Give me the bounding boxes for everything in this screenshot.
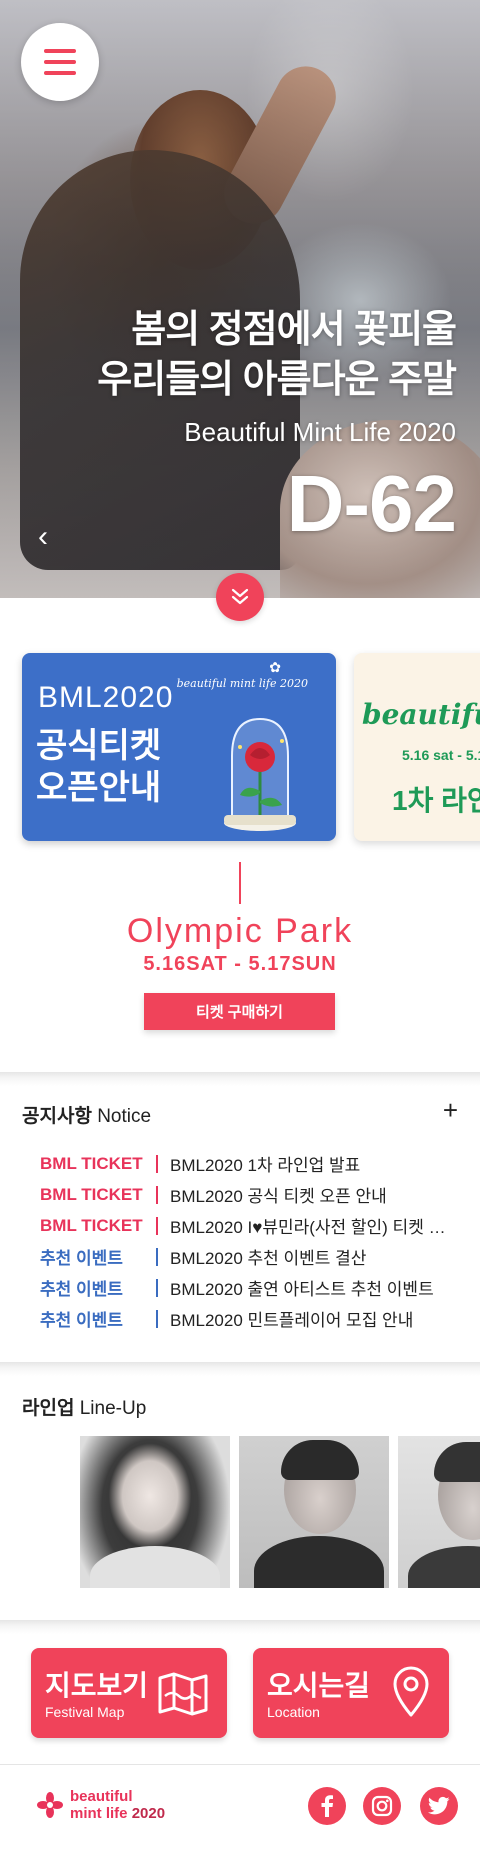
banner-headline: 1차 라인 <box>392 785 480 816</box>
section-separator <box>0 1072 480 1086</box>
footer-logo-line1: beautiful <box>70 1788 133 1805</box>
hamburger-icon-bar <box>44 71 76 75</box>
folded-map-icon <box>158 1672 208 1716</box>
lineup-heading-en: Line-Up <box>79 1398 147 1419</box>
notice-item[interactable]: 추천 이벤트 BML2020 추천 이벤트 결산 <box>40 1241 460 1272</box>
location-button[interactable]: 오시는길 Location <box>253 1648 449 1738</box>
banner-dates: 5.16 sat - 5.1 <box>402 747 480 763</box>
banner-script-logo: beautiful mint life 2020 <box>176 677 308 690</box>
notice-category: 추천 이벤트 <box>40 1311 123 1330</box>
notice-category: BML TICKET <box>40 1215 143 1235</box>
festival-map-label-ko: 지도보기 <box>45 1670 149 1701</box>
artist-photo[interactable] <box>80 1436 230 1588</box>
festival-map-button[interactable]: 지도보기 Festival Map <box>31 1648 227 1738</box>
flower-icon: ✿ <box>269 659 281 675</box>
artist-photo-hair <box>281 1440 359 1480</box>
notice-divider <box>156 1216 158 1235</box>
notice-divider <box>156 1185 158 1204</box>
hero-headline-line2: 우리들의 아름다운 주말 <box>97 359 457 401</box>
footer-divider <box>0 1764 480 1765</box>
map-pin-icon <box>393 1666 429 1717</box>
banner-headline-line2: 오픈안내 <box>36 769 162 807</box>
notice-heading-en: Notice <box>97 1106 152 1127</box>
artist-photo-body <box>254 1536 384 1588</box>
hamburger-icon-bar <box>44 60 76 64</box>
artist-photo[interactable] <box>239 1436 389 1588</box>
notice-divider <box>156 1247 158 1266</box>
notice-item[interactable]: 추천 이벤트 BML2020 출연 아티스트 추천 이벤트 <box>40 1272 460 1303</box>
notice-text: BML2020 1차 라인업 발표 <box>170 1156 361 1175</box>
venue-name: Olympic Park <box>126 912 354 950</box>
double-chevron-down-icon <box>231 588 249 605</box>
notice-text: BML2020 출연 아티스트 추천 이벤트 <box>170 1280 434 1299</box>
instagram-button[interactable] <box>363 1787 401 1825</box>
event-dates: 5.16SAT - 5.17SUN <box>143 953 337 975</box>
buy-ticket-button[interactable]: 티켓 구매하기 <box>144 993 335 1030</box>
banner-script-logo: beautiful <box>362 698 480 731</box>
notice-item[interactable]: BML TICKET BML2020 1차 라인업 발표 <box>40 1148 460 1179</box>
footer-logo-line2: mint life <box>70 1805 128 1822</box>
lineup-heading: 라인업 Line-Up <box>22 1393 146 1420</box>
notice-category: BML TICKET <box>40 1184 143 1204</box>
hero-copy: 봄의 정점에서 꽃피울 우리들의 아름다운 주말 Beautiful Mint … <box>97 305 457 548</box>
section-separator <box>0 1620 480 1634</box>
notice-item[interactable]: BML TICKET BML2020 I♥뷰민라(사전 할인) 티켓 오픈 안내 <box>40 1210 460 1241</box>
notice-item[interactable]: 추천 이벤트 BML2020 민트플레이어 모집 안내 <box>40 1303 460 1334</box>
notice-divider <box>156 1309 158 1328</box>
flower-logo-icon <box>37 1792 63 1818</box>
banner-title: BML2020 <box>38 681 174 714</box>
notice-category: 추천 이벤트 <box>40 1249 123 1268</box>
banner-lineup[interactable]: beautiful 5.16 sat - 5.1 1차 라인 <box>354 653 480 841</box>
artist-photo-body <box>408 1546 480 1588</box>
notice-heading-ko: 공지사항 <box>22 1106 92 1127</box>
notice-category: BML TICKET <box>40 1153 143 1173</box>
section-separator <box>0 1362 480 1376</box>
divider-line <box>239 862 241 904</box>
artist-photo-hair <box>434 1442 480 1482</box>
twitter-button[interactable] <box>420 1787 458 1825</box>
artist-photo[interactable] <box>398 1436 480 1588</box>
footer-logo[interactable]: beautiful mint life 2020 <box>36 1788 165 1822</box>
hamburger-icon <box>44 49 76 53</box>
facebook-button[interactable] <box>308 1787 346 1825</box>
footer-logo-year: 2020 <box>131 1805 166 1822</box>
menu-button[interactable] <box>21 23 99 101</box>
artist-photo-body <box>90 1546 220 1588</box>
festival-map-label-en: Festival Map <box>45 1704 125 1720</box>
notice-text: BML2020 I♥뷰민라(사전 할인) 티켓 오픈 안내 <box>170 1218 460 1237</box>
notice-divider <box>156 1154 158 1173</box>
rose-jar-illustration <box>224 717 296 831</box>
notice-item[interactable]: BML TICKET BML2020 공식 티켓 오픈 안내 <box>40 1179 460 1210</box>
banner-headline: 공식티켓 오픈안내 <box>36 725 161 809</box>
banner-ticket-open[interactable]: BML2020 공식티켓 오픈안내 ✿ beautiful mint life … <box>22 653 336 841</box>
notice-category: 추천 이벤트 <box>40 1280 123 1299</box>
plus-icon[interactable]: + <box>443 1095 458 1126</box>
location-label-ko: 오시는길 <box>267 1670 371 1701</box>
instagram-icon <box>371 1795 393 1817</box>
footer-logo-text: beautiful mint life 2020 <box>70 1788 165 1822</box>
scroll-down-button[interactable] <box>216 573 264 621</box>
hero-headline-line1: 봄의 정점에서 꽃피울 <box>131 309 457 351</box>
notice-text: BML2020 추천 이벤트 결산 <box>170 1249 367 1268</box>
banner-headline-line1: 공식티켓 <box>36 727 162 765</box>
dday-counter: D-62 <box>286 459 457 548</box>
notice-text: BML2020 공식 티켓 오픈 안내 <box>170 1187 387 1206</box>
notice-divider <box>156 1278 158 1297</box>
notice-list: BML TICKET BML2020 1차 라인업 발표 BML TICKET … <box>40 1148 460 1334</box>
facebook-icon <box>321 1795 333 1817</box>
hero-subtitle: Beautiful Mint Life 2020 <box>184 417 456 447</box>
lineup-heading-ko: 라인업 <box>22 1398 75 1419</box>
location-label-en: Location <box>267 1704 320 1720</box>
twitter-icon <box>428 1796 450 1815</box>
notice-heading: 공지사항 Notice <box>22 1101 151 1128</box>
hero-prev-arrow[interactable]: ‹ <box>38 520 48 554</box>
notice-text: BML2020 민트플레이어 모집 안내 <box>170 1311 414 1330</box>
